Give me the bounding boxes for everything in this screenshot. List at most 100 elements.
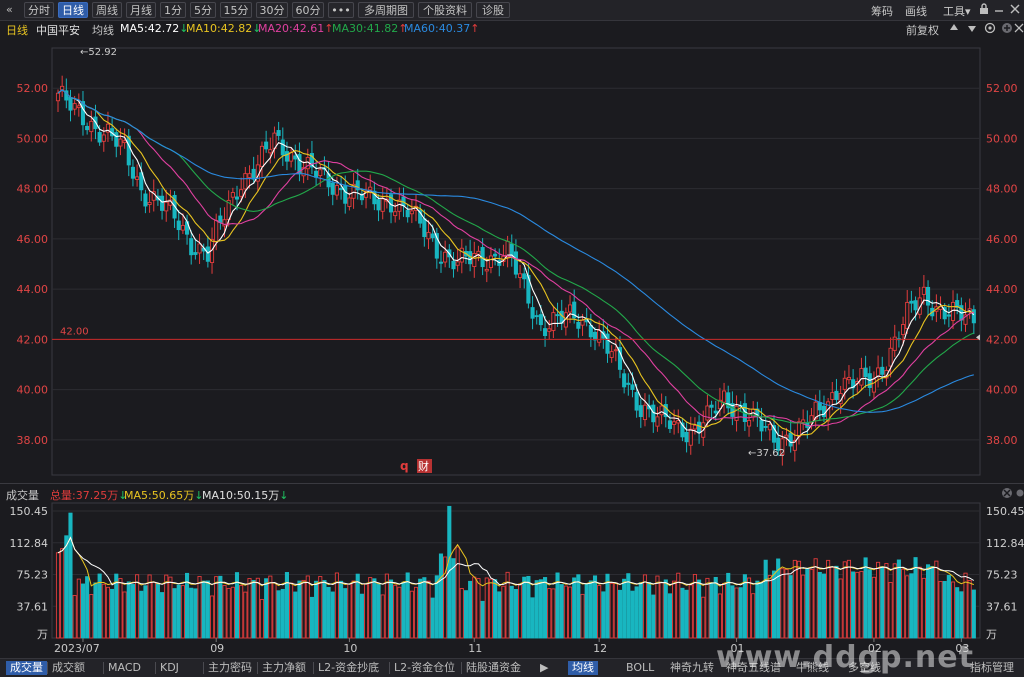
candle-body	[859, 368, 864, 386]
overlay-tab-1[interactable]: BOLL	[626, 661, 654, 675]
period-button-11[interactable]: 个股资料	[418, 2, 472, 18]
volume-bar	[722, 583, 727, 639]
period-button-2[interactable]: 周线	[92, 2, 122, 18]
candle-body	[846, 376, 852, 381]
volume-bar	[834, 565, 839, 639]
candle-body	[76, 105, 81, 109]
volume-bar	[272, 582, 277, 639]
overlay-tab-0[interactable]: 均线	[568, 661, 598, 675]
volume-bar	[493, 579, 498, 639]
volume-bar	[746, 577, 752, 639]
candle-body	[101, 134, 106, 142]
minimize-icon[interactable]	[994, 3, 1004, 18]
volume-chart[interactable]: 150.45 150.45 112.84 112.84 75.23 75.23 37.61 3…	[0, 501, 1024, 658]
kline-chart[interactable]: 52.00 52.00 50.00 50.00 48.00 48.00 46.00 46.00…	[0, 38, 1024, 483]
period-button-3[interactable]: 月线	[126, 2, 156, 18]
volume-bar	[305, 575, 310, 639]
candle-body	[314, 170, 319, 178]
stock-name[interactable]: 中国平安	[36, 22, 80, 38]
indicator-tab-4[interactable]: 主力密码	[208, 661, 252, 675]
candle-body	[376, 199, 381, 211]
volume-bar	[788, 575, 793, 639]
overlay-tab-2[interactable]: 神奇九转	[670, 661, 714, 675]
period-button-8[interactable]: 60分	[292, 2, 324, 18]
candle-body	[218, 215, 223, 223]
volume-bar	[838, 578, 843, 639]
candle-body	[734, 405, 739, 421]
x-tick-label: 11	[468, 642, 482, 655]
period-button-10[interactable]: 多周期图	[358, 2, 414, 18]
volume-bar	[451, 558, 456, 639]
volume-bar	[76, 578, 81, 639]
lock-icon[interactable]	[979, 3, 989, 18]
volume-bar	[859, 570, 864, 639]
up-arrow-icon[interactable]	[949, 22, 959, 37]
candle-body	[409, 210, 414, 215]
candle-body	[801, 419, 806, 423]
volume-bar	[805, 568, 810, 639]
settings-icon[interactable]	[984, 22, 996, 37]
indicator-tab-7[interactable]: L2-资金仓位	[394, 661, 455, 675]
candle-body	[692, 424, 697, 430]
add-icon[interactable]	[1001, 22, 1013, 37]
draw-line-button[interactable]: 画线	[905, 3, 927, 19]
indicator-tab-3[interactable]: KDJ	[160, 661, 179, 675]
candle-body	[842, 377, 847, 390]
period-button-1[interactable]: 日线	[58, 2, 88, 18]
candle-body	[484, 268, 489, 272]
candle-body	[130, 166, 135, 179]
y-tick-left: 44.00	[17, 283, 49, 296]
volume-bar	[318, 576, 323, 639]
volume-bar	[809, 569, 814, 639]
ma-label[interactable]: 均线	[92, 22, 114, 38]
overlay-tab-6[interactable]: 指标管理	[970, 661, 1014, 675]
candle-body	[347, 197, 352, 207]
volume-bar	[509, 585, 514, 639]
volume-bar	[801, 574, 806, 639]
indicator-tab-2[interactable]: MACD	[108, 661, 141, 675]
candle-body	[763, 426, 768, 428]
period-button-7[interactable]: 30分	[256, 2, 288, 18]
candle-body	[567, 304, 573, 313]
volume-bar	[484, 577, 489, 639]
period-button-0[interactable]: 分时	[24, 2, 54, 18]
volume-bar	[638, 582, 643, 639]
candle-body	[784, 434, 789, 438]
volume-bar	[759, 583, 764, 639]
volume-bar	[126, 581, 131, 639]
volume-add-icon[interactable]	[1016, 487, 1024, 502]
collapse-left-icon[interactable]: «	[6, 3, 13, 16]
close-icon[interactable]	[1010, 3, 1020, 18]
indicator-tab-1[interactable]: 成交额	[52, 661, 85, 675]
ma5-value: MA5:42.72↓	[120, 22, 189, 35]
period-button-9[interactable]: •••	[328, 2, 354, 18]
period-button-12[interactable]: 诊股	[476, 2, 510, 18]
period-button-6[interactable]: 15分	[220, 2, 252, 18]
candle-body	[634, 392, 639, 411]
y-tick-left: 38.00	[17, 434, 49, 447]
volume-bar	[322, 580, 327, 639]
chip-button[interactable]: 筹码	[871, 3, 893, 19]
volume-bar	[405, 572, 410, 639]
adjust-mode-button[interactable]: 前复权	[906, 22, 939, 38]
panel-close-icon[interactable]	[1014, 22, 1024, 37]
scroll-right-icon[interactable]: ▶	[540, 661, 548, 675]
period-button-5[interactable]: 5分	[190, 2, 216, 18]
volume-bar	[913, 557, 918, 639]
indicator-tab-6[interactable]: L2-资金抄底	[318, 661, 379, 675]
tab-divider	[203, 662, 204, 674]
candle-body	[580, 319, 585, 326]
candle-body	[767, 423, 772, 431]
volume-settings-icon[interactable]	[1001, 487, 1013, 502]
tools-menu-button[interactable]: 工具▾	[943, 3, 971, 19]
down-arrow-icon[interactable]	[967, 22, 977, 37]
indicator-tab-5[interactable]: 主力净额	[262, 661, 306, 675]
volume-bar	[501, 585, 506, 639]
indicator-tab-0[interactable]: 成交量	[6, 661, 47, 675]
candle-body	[197, 243, 202, 254]
indicator-tab-8[interactable]: 陆股通资金	[466, 661, 521, 675]
candle-body	[588, 324, 593, 338]
volume-bar	[209, 595, 215, 639]
period-button-4[interactable]: 1分	[160, 2, 186, 18]
volume-bar	[642, 574, 648, 639]
